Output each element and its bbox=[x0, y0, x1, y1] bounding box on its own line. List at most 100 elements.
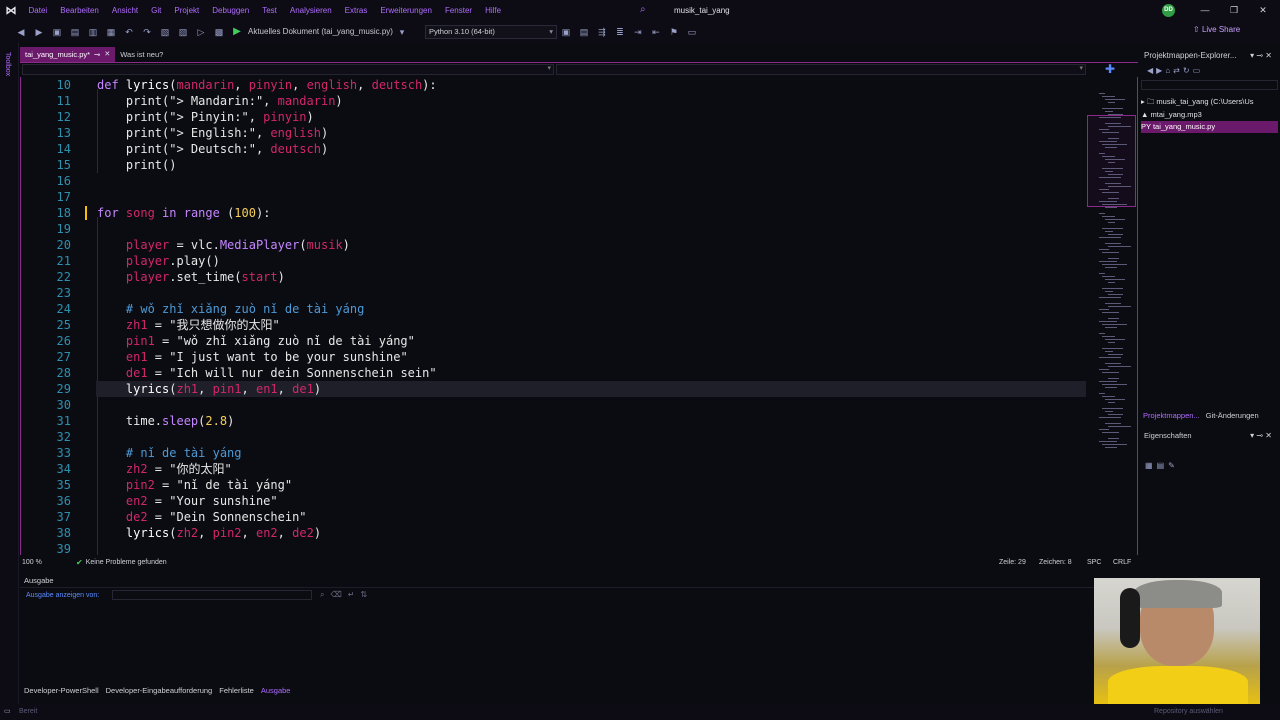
line-ending-indicator[interactable]: CRLF bbox=[1113, 559, 1131, 566]
problems-status[interactable]: Keine Probleme gefunden bbox=[86, 559, 167, 566]
wrap-icon[interactable]: ↵ bbox=[348, 590, 355, 600]
minimize-icon[interactable]: — bbox=[1194, 0, 1216, 21]
switch-view-icon[interactable]: ⇄ bbox=[1173, 66, 1180, 75]
save-all-icon[interactable]: ▦ bbox=[104, 25, 118, 39]
pin-icon[interactable]: ⊸ bbox=[94, 47, 100, 62]
close-icon[interactable]: ✕ bbox=[1252, 0, 1274, 21]
panel-controls[interactable]: ▾ ⊸ ✕ bbox=[1250, 51, 1272, 60]
menu-item-extras[interactable]: Extras bbox=[338, 0, 374, 21]
navigation-scope-dropdown[interactable]: ▾ bbox=[22, 64, 554, 75]
code-editor[interactable]: 10 def lyrics(mandarin, pinyin, english, … bbox=[20, 77, 1138, 555]
run-target-button[interactable]: Aktuelles Dokument (tai_yang_music.py) bbox=[248, 27, 393, 36]
sync-icon[interactable]: ↻ bbox=[1183, 66, 1190, 75]
new-item-icon[interactable]: ▣ bbox=[50, 25, 64, 39]
step-icon[interactable]: ⇶ bbox=[595, 25, 609, 39]
code-line[interactable]: 25 zh1 = "我只想做你的太阳" bbox=[21, 317, 1086, 333]
repository-selector[interactable]: Repository auswählen bbox=[1154, 708, 1223, 715]
minimap[interactable] bbox=[1087, 77, 1137, 555]
configuration-icon[interactable]: ▨ bbox=[176, 25, 190, 39]
code-line[interactable]: 13 print("> English:", english) bbox=[21, 125, 1086, 141]
code-line[interactable]: 18 for song in range (100): bbox=[21, 205, 1086, 221]
redo-icon[interactable]: ↷ bbox=[140, 25, 154, 39]
tab-ausgabe[interactable]: Ausgabe bbox=[261, 686, 291, 699]
visual-studio-logo-icon[interactable]: ⋈ bbox=[0, 0, 22, 21]
code-line[interactable]: 21 player.play() bbox=[21, 253, 1086, 269]
code-line[interactable]: 14 print("> Deutsch:", deutsch) bbox=[21, 141, 1086, 157]
tab-developer-eingabeaufforderung[interactable]: Developer-Eingabeaufforderung bbox=[106, 686, 213, 699]
package-icon[interactable]: ▣ bbox=[559, 25, 573, 39]
code-line[interactable]: 33 # nǐ de tài yáng bbox=[21, 445, 1086, 461]
code-line[interactable]: 31 time.sleep(2.8) bbox=[21, 413, 1086, 429]
code-line[interactable]: 35 pin2 = "nǐ de tài yáng" bbox=[21, 477, 1086, 493]
collapse-icon[interactable]: ▭ bbox=[1193, 66, 1201, 75]
close-tab-icon[interactable]: ✕ bbox=[104, 47, 110, 62]
indent-icon[interactable]: ⇥ bbox=[631, 25, 645, 39]
menu-item-erweiterungen[interactable]: Erweiterungen bbox=[374, 0, 439, 21]
line-indicator[interactable]: Zeile: 29 bbox=[999, 559, 1026, 566]
code-line[interactable]: 37 de2 = "Dein Sonnenschein" bbox=[21, 509, 1086, 525]
back-icon[interactable]: ◀ bbox=[14, 25, 28, 39]
code-line[interactable]: 11 print("> Mandarin:", mandarin) bbox=[21, 93, 1086, 109]
panel-controls[interactable]: ▾ ⊸ ✕ bbox=[1250, 431, 1272, 440]
menu-item-test[interactable]: Test bbox=[256, 0, 284, 21]
code-line[interactable]: 36 en2 = "Your sunshine" bbox=[21, 493, 1086, 509]
menu-item-hilfe[interactable]: Hilfe bbox=[479, 0, 508, 21]
tab-whats-new[interactable]: Was ist neu? bbox=[115, 47, 168, 62]
outdent-icon[interactable]: ⇤ bbox=[649, 25, 663, 39]
tab-solution-explorer[interactable]: Projektmappen... bbox=[1143, 411, 1200, 420]
wrench-icon[interactable]: ✎ bbox=[1168, 461, 1175, 470]
code-line[interactable]: 38 lyrics(zh2, pin2, en2, de2) bbox=[21, 525, 1086, 541]
zoom-select[interactable]: 100 % bbox=[22, 559, 62, 566]
code-line[interactable]: 27 en1 = "I just want to be your sunshin… bbox=[21, 349, 1086, 365]
output-source-select[interactable] bbox=[112, 590, 312, 600]
tab-developer-powershell[interactable]: Developer-PowerShell bbox=[24, 686, 99, 699]
code-line[interactable]: 23 bbox=[21, 285, 1086, 301]
code-line[interactable]: 32 bbox=[21, 429, 1086, 445]
code-line[interactable]: 28 de1 = "Ich will nur dein Sonnenschein… bbox=[21, 365, 1086, 381]
align-icon[interactable]: ≣ bbox=[613, 25, 627, 39]
run-dropdown-icon[interactable]: ▾ bbox=[395, 25, 409, 39]
split-editor-icon[interactable]: ✚ bbox=[1105, 62, 1115, 76]
categorized-icon[interactable]: ▦ bbox=[1145, 461, 1153, 470]
code-line[interactable]: 24 # wǒ zhǐ xiǎng zuò nǐ de tài yáng bbox=[21, 301, 1086, 317]
code-line[interactable]: 34 zh2 = "你的太阳" bbox=[21, 461, 1086, 477]
column-indicator[interactable]: Zeichen: 8 bbox=[1039, 559, 1072, 566]
code-line[interactable]: 16 bbox=[21, 173, 1086, 189]
tab-tai-yang-music[interactable]: tai_yang_music.py* ⊸ ✕ bbox=[20, 47, 116, 62]
tree-item-project[interactable]: ▸ 🗀 musik_tai_yang (C:\Users\Us bbox=[1141, 96, 1278, 108]
navigation-member-dropdown[interactable]: ▾ bbox=[556, 64, 1086, 75]
attach-icon[interactable]: ▩ bbox=[212, 25, 226, 39]
lock-scroll-icon[interactable]: ⇅ bbox=[361, 590, 368, 600]
code-line[interactable]: 26 pin1 = "wǒ zhǐ xiǎng zuò nǐ de tài yá… bbox=[21, 333, 1086, 349]
live-share-button[interactable]: ⇧ Live Share bbox=[1193, 25, 1240, 34]
code-line[interactable]: 19 bbox=[21, 221, 1086, 237]
run-icon[interactable]: ▶ bbox=[230, 25, 244, 39]
code-line[interactable]: 12 print("> Pinyin:", pinyin) bbox=[21, 109, 1086, 125]
menu-item-analysieren[interactable]: Analysieren bbox=[283, 0, 338, 21]
alphabetical-icon[interactable]: ▤ bbox=[1157, 461, 1165, 470]
comment-icon[interactable]: ▭ bbox=[685, 25, 699, 39]
forward-icon[interactable]: ▶ bbox=[32, 25, 46, 39]
maximize-icon[interactable]: ❐ bbox=[1223, 0, 1245, 21]
undo-icon[interactable]: ↶ bbox=[122, 25, 136, 39]
code-line[interactable]: 17 bbox=[21, 189, 1086, 205]
menu-item-git[interactable]: Git bbox=[145, 0, 168, 21]
menu-item-fenster[interactable]: Fenster bbox=[438, 0, 478, 21]
start-no-debug-icon[interactable]: ▷ bbox=[194, 25, 208, 39]
minimap-viewport[interactable] bbox=[1087, 115, 1136, 207]
menu-item-datei[interactable]: Datei bbox=[22, 0, 54, 21]
forward-icon[interactable]: ▶ bbox=[1156, 66, 1162, 75]
code-line[interactable]: 15 print() bbox=[21, 157, 1086, 173]
build-icon[interactable]: ▧ bbox=[158, 25, 172, 39]
tree-item-mp3[interactable]: ▲ mtai_yang.mp3 bbox=[1141, 109, 1278, 121]
code-line[interactable]: 30 bbox=[21, 397, 1086, 413]
tab-fehlerliste[interactable]: Fehlerliste bbox=[219, 686, 254, 699]
tree-item-py[interactable]: PY tai_yang_music.py bbox=[1141, 121, 1278, 133]
avatar[interactable]: DD bbox=[1162, 4, 1175, 17]
python-environment-select[interactable]: Python 3.10 (64-bit) ▾ bbox=[424, 24, 557, 39]
toolbox-tab[interactable]: Toolbox bbox=[4, 52, 11, 76]
menu-item-projekt[interactable]: Projekt bbox=[168, 0, 206, 21]
bookmark-icon[interactable]: ⚑ bbox=[667, 25, 681, 39]
code-line[interactable]: 22 player.set_time(start) bbox=[21, 269, 1086, 285]
solution-search-input[interactable] bbox=[1141, 80, 1278, 90]
